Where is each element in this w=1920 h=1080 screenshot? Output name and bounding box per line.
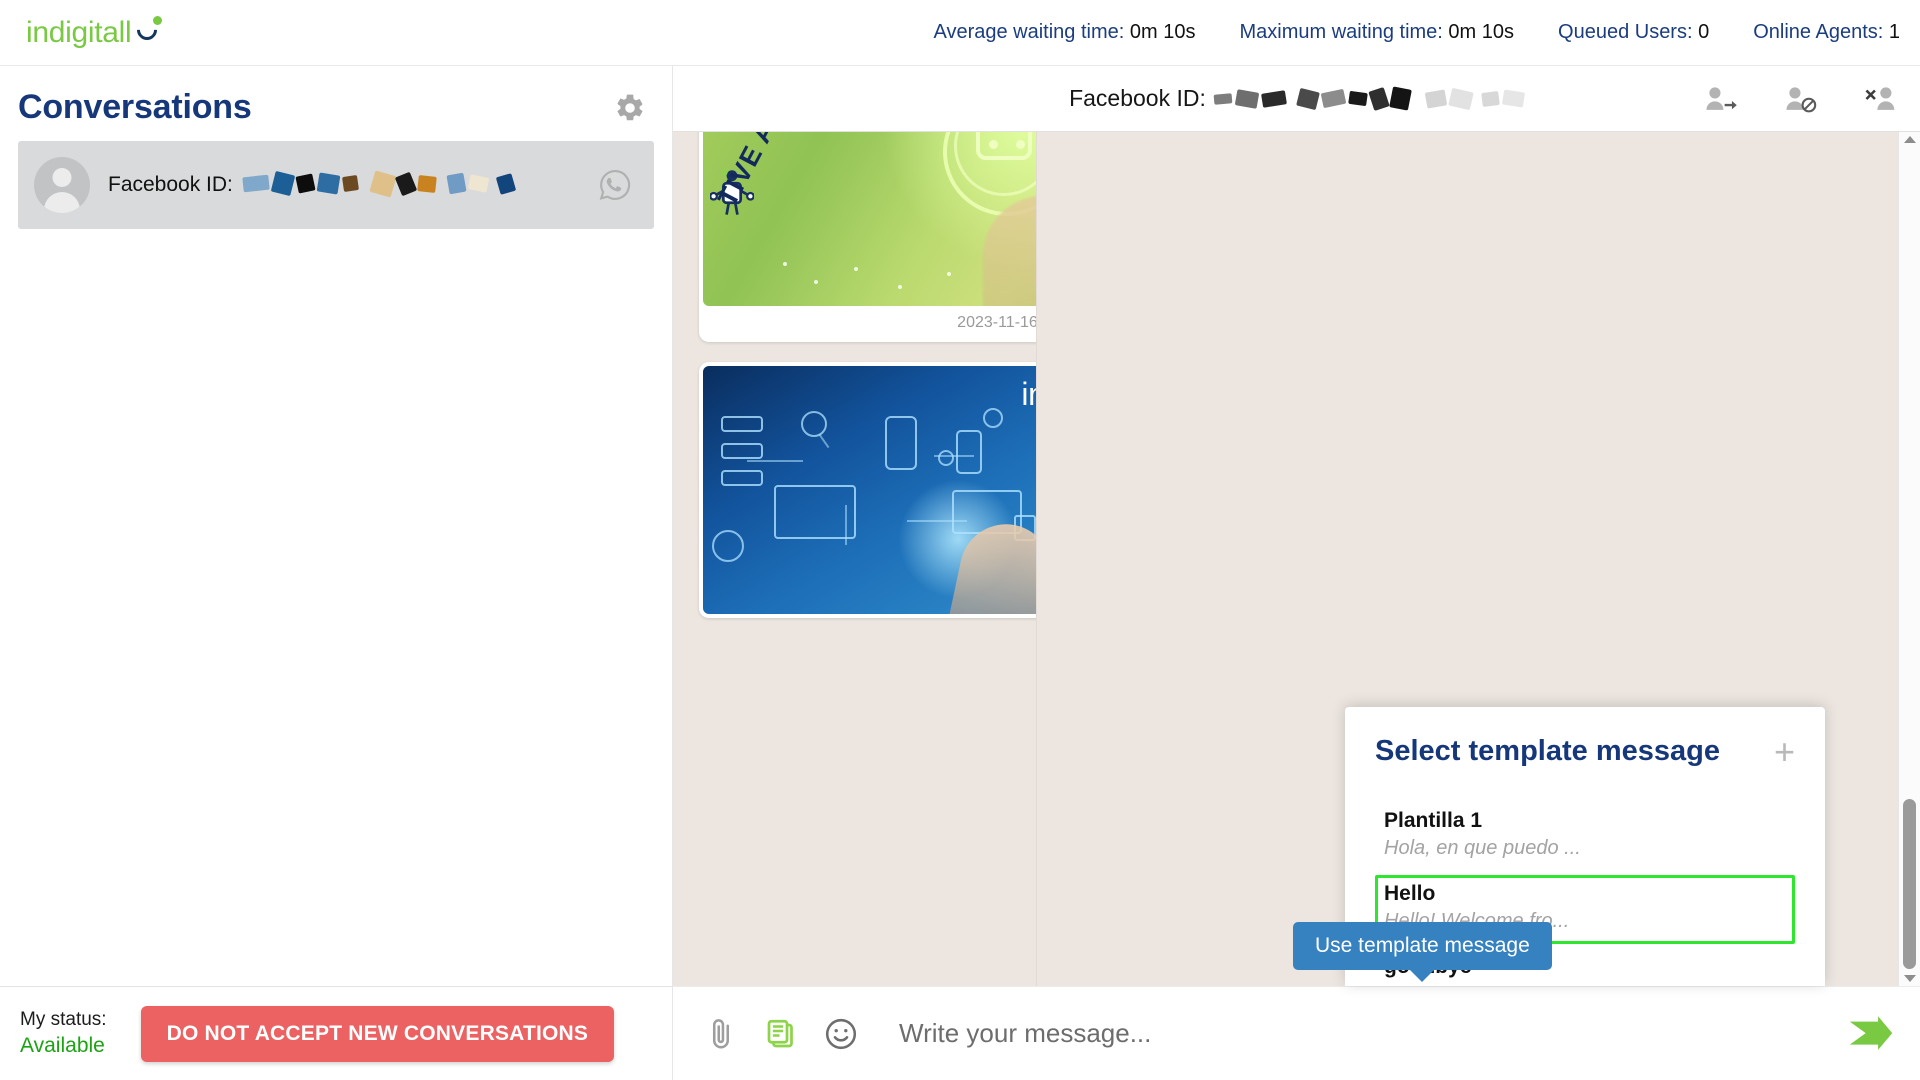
message-input[interactable] (883, 1018, 1824, 1049)
conversation-list: Facebook ID: (0, 141, 672, 986)
scroll-thumb[interactable] (1903, 799, 1916, 969)
send-icon[interactable] (1848, 1015, 1894, 1053)
template-name: Plantilla 1 (1384, 809, 1483, 832)
message-list: TIVE AI 2023-11-16 05:19:59 PM (673, 132, 1036, 986)
image-watermark: indigitall (1021, 376, 1036, 412)
template-name: Hello (1384, 882, 1436, 905)
chat-panel: Facebook ID: TIVE AI 2023-11-16 i Write … (672, 66, 1920, 1080)
online-agents: Online Agents: 1 (1753, 21, 1900, 44)
list-item[interactable]: Facebook ID: (18, 141, 654, 229)
template-message-icon[interactable] (763, 1016, 799, 1052)
maximum-waiting-time: Maximum waiting time: 0m 10s (1239, 21, 1514, 44)
redacted-contact-id (1213, 86, 1525, 111)
page-title: Conversations (18, 88, 252, 126)
status-label: My status: (20, 1008, 107, 1030)
user-remove-icon[interactable] (1864, 84, 1898, 114)
message-composer (673, 986, 1920, 1080)
paperclip-icon[interactable] (703, 1016, 739, 1052)
emoji-smiley-icon[interactable] (823, 1016, 859, 1052)
template-preview: Hola, en que puedo ... (1384, 837, 1581, 859)
average-waiting-time-label: Average waiting time: (933, 21, 1125, 43)
header-stats: Average waiting time: 0m 10s Maximum wai… (672, 21, 1920, 44)
arrow-up-icon[interactable] (1903, 136, 1916, 143)
template-button-tooltip: Use template message (1293, 922, 1552, 970)
message-bubble: indigitall (699, 362, 1036, 618)
chat-contact-label: Facebook ID: (1069, 85, 1206, 111)
scroll-track[interactable] (1899, 143, 1920, 975)
user-transfer-icon[interactable] (1704, 84, 1738, 114)
conversation-info: Facebook ID: (108, 170, 580, 198)
whatsapp-icon (599, 170, 631, 200)
conversation-id-label: Facebook ID: (108, 173, 233, 197)
status-value: Available (20, 1034, 105, 1058)
maximum-waiting-time-label: Maximum waiting time: (1239, 21, 1443, 43)
average-waiting-time: Average waiting time: 0m 10s (933, 21, 1195, 44)
message-image-indigitall-banner[interactable]: indigitall (703, 366, 1036, 614)
queued-users-value: 0 (1698, 21, 1710, 43)
arrow-down-icon[interactable] (1903, 975, 1916, 982)
avatar (34, 157, 90, 213)
plus-icon[interactable]: + (1774, 734, 1795, 769)
agent-status-bar: My status: Available DO NOT ACCEPT NEW C… (0, 986, 672, 1080)
main-body: Conversations Facebook ID: My status: Av… (0, 66, 1920, 1080)
message-timestamp: 2023-11-16 05:19:59 PM (957, 314, 1036, 331)
online-agents-value: 1 (1888, 21, 1900, 43)
message-bubble: TIVE AI 2023-11-16 05:19:59 PM (699, 132, 1036, 342)
conversations-sidebar: Conversations Facebook ID: My status: Av… (0, 66, 672, 1080)
gear-icon[interactable] (614, 92, 646, 124)
queued-users-label: Queued Users: (1558, 21, 1693, 43)
queued-users: Queued Users: 0 (1558, 21, 1709, 44)
chat-scrollbar[interactable] (1898, 132, 1920, 986)
maximum-waiting-time-value: 0m 10s (1448, 21, 1515, 43)
message-image-generative-ai[interactable]: TIVE AI (703, 132, 1036, 306)
top-bar: indigitall Average waiting time: 0m 10s … (0, 0, 1920, 66)
app-root: indigitall Average waiting time: 0m 10s … (0, 0, 1920, 1080)
brand-name: indigitall (26, 15, 132, 49)
user-block-icon[interactable] (1784, 84, 1818, 114)
indigitall-logo-mark-icon (133, 15, 163, 44)
online-agents-label: Online Agents: (1753, 21, 1884, 43)
average-waiting-time-value: 0m 10s (1129, 21, 1196, 43)
do-not-accept-conversations-button[interactable]: DO NOT ACCEPT NEW CONVERSATIONS (140, 1005, 615, 1062)
status-text: My status: Available (20, 1007, 107, 1061)
conversation-title: Facebook ID: (108, 170, 580, 198)
brand-logo[interactable]: indigitall (0, 15, 672, 50)
sidebar-header: Conversations (0, 66, 672, 141)
template-panel-header: Select template message + (1375, 734, 1795, 769)
chat-header: Facebook ID: (673, 66, 1920, 132)
template-item-plantilla-1[interactable]: Plantilla 1 Hola, en que puedo ... (1375, 802, 1795, 871)
chat-header-actions (1704, 84, 1898, 114)
template-panel-title: Select template message (1375, 735, 1720, 767)
redacted-conversation-id (242, 170, 517, 198)
